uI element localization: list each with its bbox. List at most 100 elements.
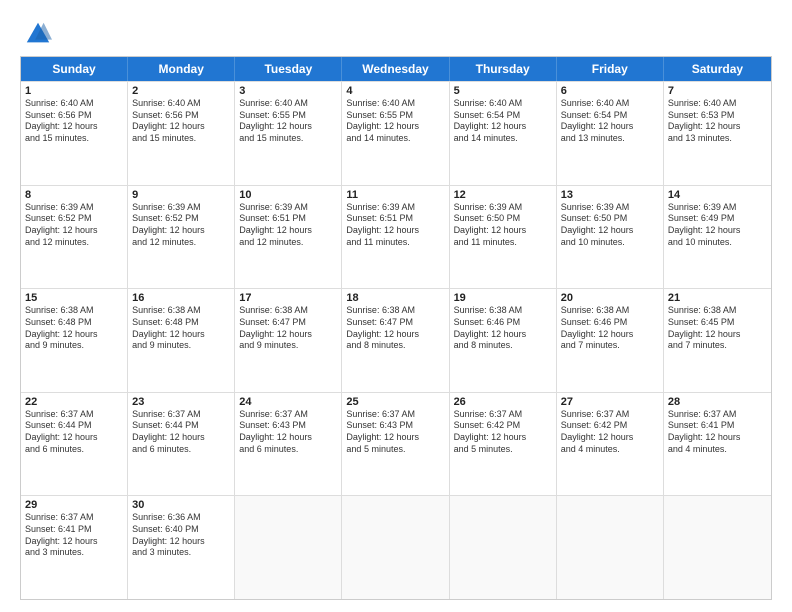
- cell-line: Sunrise: 6:40 AM: [25, 98, 123, 110]
- cell-line: and 7 minutes.: [561, 340, 659, 352]
- cell-line: Daylight: 12 hours: [132, 329, 230, 341]
- cell-line: Daylight: 12 hours: [239, 225, 337, 237]
- day-number: 14: [668, 189, 767, 201]
- cell-line: Sunrise: 6:40 AM: [668, 98, 767, 110]
- day-number: 6: [561, 85, 659, 97]
- cal-cell: 13Sunrise: 6:39 AMSunset: 6:50 PMDayligh…: [557, 186, 664, 289]
- day-number: 5: [454, 85, 552, 97]
- cell-line: Sunrise: 6:36 AM: [132, 512, 230, 524]
- cell-line: Sunset: 6:46 PM: [454, 317, 552, 329]
- cell-line: Sunset: 6:44 PM: [132, 420, 230, 432]
- cell-line: Daylight: 12 hours: [454, 432, 552, 444]
- cell-line: Sunset: 6:56 PM: [132, 110, 230, 122]
- logo-icon: [24, 20, 52, 48]
- cell-line: Sunset: 6:54 PM: [561, 110, 659, 122]
- cell-line: Sunset: 6:50 PM: [454, 213, 552, 225]
- cal-cell: 17Sunrise: 6:38 AMSunset: 6:47 PMDayligh…: [235, 289, 342, 392]
- cell-line: Sunset: 6:44 PM: [25, 420, 123, 432]
- day-number: 21: [668, 292, 767, 304]
- cell-line: Sunrise: 6:37 AM: [668, 409, 767, 421]
- calendar-header-row: SundayMondayTuesdayWednesdayThursdayFrid…: [21, 57, 771, 81]
- cal-cell: 3Sunrise: 6:40 AMSunset: 6:55 PMDaylight…: [235, 82, 342, 185]
- cell-line: Sunrise: 6:38 AM: [25, 305, 123, 317]
- header: [20, 16, 772, 48]
- cell-line: and 12 minutes.: [239, 237, 337, 249]
- cal-cell: 28Sunrise: 6:37 AMSunset: 6:41 PMDayligh…: [664, 393, 771, 496]
- cell-line: and 9 minutes.: [239, 340, 337, 352]
- cell-line: Sunrise: 6:39 AM: [668, 202, 767, 214]
- day-number: 23: [132, 396, 230, 408]
- cell-line: Sunset: 6:52 PM: [132, 213, 230, 225]
- day-number: 28: [668, 396, 767, 408]
- cell-line: Sunrise: 6:40 AM: [132, 98, 230, 110]
- cal-cell: 16Sunrise: 6:38 AMSunset: 6:48 PMDayligh…: [128, 289, 235, 392]
- cell-line: Sunrise: 6:39 AM: [346, 202, 444, 214]
- cell-line: Sunset: 6:51 PM: [346, 213, 444, 225]
- cal-header-monday: Monday: [128, 57, 235, 81]
- cell-line: Sunset: 6:42 PM: [454, 420, 552, 432]
- day-number: 25: [346, 396, 444, 408]
- cell-line: Sunset: 6:41 PM: [668, 420, 767, 432]
- cell-line: Sunrise: 6:38 AM: [454, 305, 552, 317]
- cell-line: Daylight: 12 hours: [561, 121, 659, 133]
- cell-line: Sunrise: 6:40 AM: [239, 98, 337, 110]
- cal-header-sunday: Sunday: [21, 57, 128, 81]
- cell-line: and 10 minutes.: [561, 237, 659, 249]
- cal-cell: 11Sunrise: 6:39 AMSunset: 6:51 PMDayligh…: [342, 186, 449, 289]
- cell-line: and 4 minutes.: [668, 444, 767, 456]
- cell-line: Sunrise: 6:37 AM: [132, 409, 230, 421]
- day-number: 26: [454, 396, 552, 408]
- cell-line: and 12 minutes.: [25, 237, 123, 249]
- cell-line: and 12 minutes.: [132, 237, 230, 249]
- cell-line: Daylight: 12 hours: [561, 225, 659, 237]
- cal-cell: 8Sunrise: 6:39 AMSunset: 6:52 PMDaylight…: [21, 186, 128, 289]
- cell-line: Daylight: 12 hours: [239, 432, 337, 444]
- cell-line: Sunrise: 6:39 AM: [561, 202, 659, 214]
- cell-line: and 15 minutes.: [25, 133, 123, 145]
- cell-line: and 9 minutes.: [25, 340, 123, 352]
- cal-cell: 18Sunrise: 6:38 AMSunset: 6:47 PMDayligh…: [342, 289, 449, 392]
- cell-line: Sunset: 6:47 PM: [239, 317, 337, 329]
- day-number: 19: [454, 292, 552, 304]
- cal-header-saturday: Saturday: [664, 57, 771, 81]
- cell-line: and 14 minutes.: [346, 133, 444, 145]
- day-number: 11: [346, 189, 444, 201]
- cell-line: Daylight: 12 hours: [346, 225, 444, 237]
- cell-line: Daylight: 12 hours: [132, 225, 230, 237]
- cell-line: Sunrise: 6:39 AM: [239, 202, 337, 214]
- cell-line: Sunset: 6:50 PM: [561, 213, 659, 225]
- cell-line: Daylight: 12 hours: [25, 121, 123, 133]
- cell-line: and 13 minutes.: [668, 133, 767, 145]
- cell-line: Sunset: 6:54 PM: [454, 110, 552, 122]
- cell-line: and 11 minutes.: [346, 237, 444, 249]
- cal-cell: [235, 496, 342, 599]
- cal-cell: [557, 496, 664, 599]
- cell-line: Daylight: 12 hours: [239, 329, 337, 341]
- page: SundayMondayTuesdayWednesdayThursdayFrid…: [0, 0, 792, 612]
- cell-line: Daylight: 12 hours: [132, 432, 230, 444]
- day-number: 3: [239, 85, 337, 97]
- cell-line: Sunrise: 6:37 AM: [561, 409, 659, 421]
- day-number: 7: [668, 85, 767, 97]
- cell-line: and 4 minutes.: [561, 444, 659, 456]
- cell-line: Sunrise: 6:38 AM: [668, 305, 767, 317]
- cell-line: Sunrise: 6:40 AM: [454, 98, 552, 110]
- cell-line: Sunset: 6:47 PM: [346, 317, 444, 329]
- day-number: 17: [239, 292, 337, 304]
- day-number: 8: [25, 189, 123, 201]
- cell-line: Daylight: 12 hours: [454, 329, 552, 341]
- cal-cell: 26Sunrise: 6:37 AMSunset: 6:42 PMDayligh…: [450, 393, 557, 496]
- cell-line: Daylight: 12 hours: [668, 329, 767, 341]
- cell-line: Sunrise: 6:38 AM: [346, 305, 444, 317]
- cell-line: Sunrise: 6:39 AM: [132, 202, 230, 214]
- cal-cell: 29Sunrise: 6:37 AMSunset: 6:41 PMDayligh…: [21, 496, 128, 599]
- day-number: 13: [561, 189, 659, 201]
- cell-line: Daylight: 12 hours: [25, 329, 123, 341]
- cell-line: Sunset: 6:56 PM: [25, 110, 123, 122]
- cal-cell: 27Sunrise: 6:37 AMSunset: 6:42 PMDayligh…: [557, 393, 664, 496]
- cell-line: and 7 minutes.: [668, 340, 767, 352]
- logo: [20, 20, 52, 48]
- day-number: 2: [132, 85, 230, 97]
- cal-cell: 6Sunrise: 6:40 AMSunset: 6:54 PMDaylight…: [557, 82, 664, 185]
- day-number: 1: [25, 85, 123, 97]
